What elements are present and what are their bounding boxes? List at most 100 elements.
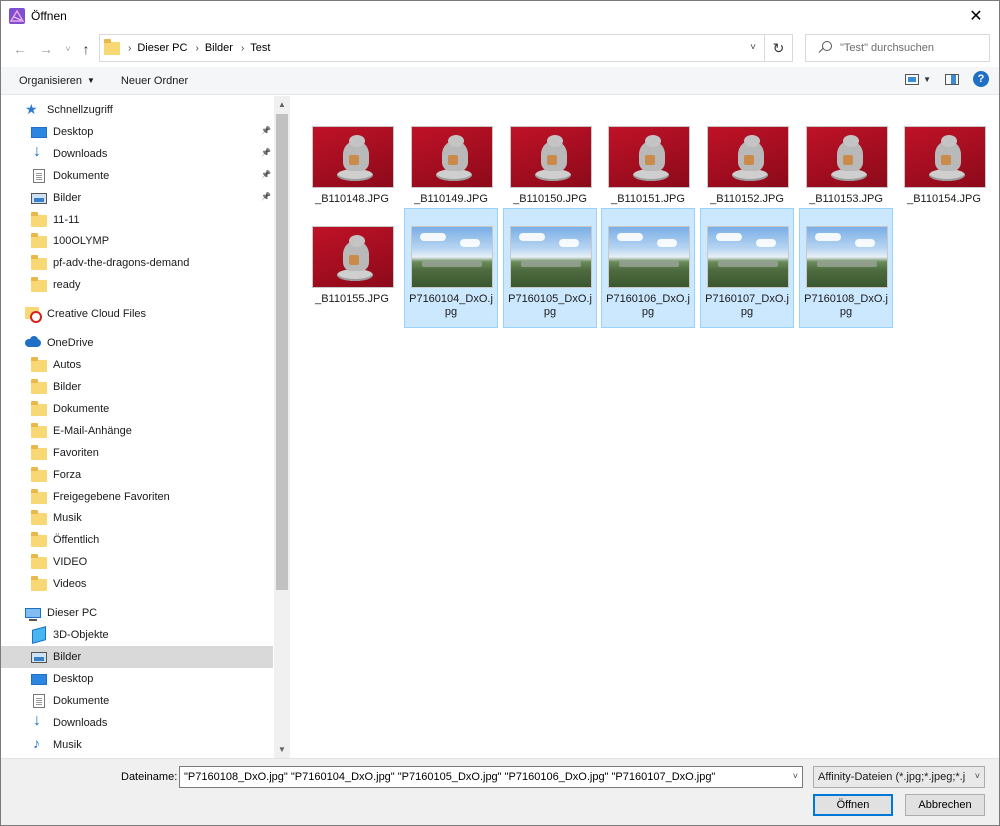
sidebar-item[interactable]: Forza bbox=[1, 464, 273, 486]
sidebar-item[interactable]: Freigegebene Favoriten bbox=[1, 486, 273, 508]
sidebar-item[interactable]: 100OLYMP bbox=[1, 230, 273, 252]
cancel-button[interactable]: Abbrechen bbox=[905, 794, 985, 816]
sidebar-item[interactable]: E-Mail-Anhänge bbox=[1, 420, 273, 442]
download-icon bbox=[31, 143, 47, 161]
recent-locations-chevron-icon[interactable]: ˅ bbox=[59, 40, 77, 58]
file-name: _B110151.JPG bbox=[611, 193, 685, 205]
sidebar-item[interactable]: Videos bbox=[1, 573, 273, 595]
sidebar-item[interactable]: Desktop bbox=[1, 668, 273, 690]
sidebar-item-label: Bilder bbox=[53, 651, 82, 663]
dialog-footer: Dateiname: "P7160108_DxO.jpg" "P7160104_… bbox=[1, 758, 999, 825]
change-view-icon[interactable] bbox=[905, 73, 920, 85]
sidebar-item[interactable]: Dokumente bbox=[1, 690, 273, 712]
address-dropdown-chevron-icon[interactable]: ˅ bbox=[750, 42, 756, 53]
sidebar-item[interactable]: Öffentlich bbox=[1, 529, 273, 551]
open-file-dialog: Öffnen ✕ ← → ˅ ↑ › Dieser PC › Bilder › … bbox=[0, 0, 1000, 826]
folder-icon bbox=[31, 277, 47, 292]
sidebar-item[interactable]: Dieser PC bbox=[1, 602, 273, 624]
breadcrumb-test[interactable]: Test bbox=[250, 42, 270, 54]
filename-value: "P7160108_DxO.jpg" "P7160104_DxO.jpg" "P… bbox=[184, 771, 716, 783]
file-name: P7160105_DxO.jpg bbox=[508, 293, 592, 318]
file-list[interactable]: _B110148.JPG _B110149.JPG _B110150.JPG _B11… bbox=[291, 96, 999, 758]
address-bar[interactable]: › Dieser PC › Bilder › Test ˅ bbox=[99, 34, 765, 62]
close-button[interactable]: ✕ bbox=[953, 1, 999, 31]
sidebar-item[interactable]: Bilder bbox=[1, 646, 273, 668]
sidebar-item[interactable]: Desktop 📌 bbox=[1, 121, 273, 143]
scrollbar-thumb[interactable] bbox=[276, 114, 288, 590]
filetype-select[interactable]: Affinity-Dateien (*.jpg;*.jpeg;*.j ˅ bbox=[813, 766, 985, 788]
sidebar-item[interactable]: ready bbox=[1, 274, 273, 296]
folder-icon bbox=[31, 489, 47, 504]
file-item[interactable]: P7160106_DxO.jpg bbox=[601, 208, 695, 328]
filename-input[interactable]: "P7160108_DxO.jpg" "P7160104_DxO.jpg" "P… bbox=[179, 766, 803, 788]
toolbar: Organisieren ▼ Neuer Ordner ▼ ? bbox=[1, 67, 999, 95]
file-name: P7160107_DxO.jpg bbox=[705, 293, 789, 318]
filetype-dropdown-chevron-icon[interactable]: ˅ bbox=[972, 771, 980, 781]
file-item[interactable]: P7160107_DxO.jpg bbox=[700, 208, 794, 328]
sidebar-item-label: Dokumente bbox=[53, 170, 110, 182]
breadcrumb-separator-icon[interactable]: › bbox=[241, 43, 244, 54]
sidebar-item-label: Bilder bbox=[53, 192, 82, 204]
download-icon bbox=[31, 712, 47, 730]
navigation-pane[interactable]: SchnellzugriffDesktop📌Downloads📌Dokument… bbox=[1, 96, 290, 758]
breadcrumb-bilder[interactable]: Bilder bbox=[205, 42, 233, 54]
sidebar-item[interactable]: 3D-Objekte bbox=[1, 624, 273, 646]
folder-icon bbox=[31, 445, 47, 460]
pictures-icon bbox=[31, 192, 47, 204]
sidebar-item[interactable]: Autos bbox=[1, 354, 273, 376]
folder-icon bbox=[31, 423, 47, 438]
file-item[interactable]: _B110154.JPG bbox=[897, 108, 991, 228]
sidebar-item[interactable]: Downloads bbox=[1, 712, 273, 734]
sidebar-item-label: Dieser PC bbox=[47, 607, 98, 619]
help-icon[interactable]: ? bbox=[973, 71, 989, 87]
navigation-scrollbar[interactable]: ▲ ▼ bbox=[274, 96, 290, 758]
file-thumbnail bbox=[510, 126, 592, 188]
sidebar-item-label: Forza bbox=[53, 469, 82, 481]
file-name: _B110150.JPG bbox=[513, 193, 587, 205]
sidebar-item[interactable]: Favoriten bbox=[1, 442, 273, 464]
sidebar-item[interactable]: Musik bbox=[1, 734, 273, 756]
preview-pane-icon[interactable] bbox=[945, 73, 959, 85]
organize-label: Organisieren bbox=[19, 74, 82, 87]
folder-icon bbox=[31, 233, 47, 248]
caret-down-icon[interactable]: ▼ bbox=[923, 75, 931, 84]
file-item[interactable]: P7160105_DxO.jpg bbox=[503, 208, 597, 328]
breadcrumb-separator-icon[interactable]: › bbox=[195, 43, 198, 54]
sidebar-item[interactable]: Creative Cloud Files bbox=[1, 303, 273, 325]
scroll-down-arrow-icon[interactable]: ▼ bbox=[274, 741, 290, 758]
file-item[interactable]: P7160104_DxO.jpg bbox=[404, 208, 498, 328]
search-input[interactable]: "Test" durchsuchen bbox=[805, 34, 990, 62]
sidebar-item[interactable]: Dokumente bbox=[1, 398, 273, 420]
sidebar-item[interactable]: Musik bbox=[1, 507, 273, 529]
file-item[interactable]: _B110155.JPG bbox=[305, 208, 399, 328]
scroll-up-arrow-icon[interactable]: ▲ bbox=[274, 96, 290, 113]
forward-arrow-icon[interactable]: → bbox=[37, 40, 55, 58]
up-arrow-icon[interactable]: ↑ bbox=[77, 40, 95, 58]
sidebar-item[interactable]: 11-11 bbox=[1, 209, 273, 231]
back-arrow-icon[interactable]: ← bbox=[11, 40, 29, 58]
sidebar-item[interactable]: pf-adv-the-dragons-demand bbox=[1, 252, 273, 274]
breadcrumb-dieser-pc[interactable]: Dieser PC bbox=[137, 42, 187, 54]
filename-label: Dateiname: bbox=[121, 771, 178, 783]
sidebar-item[interactable]: Bilder bbox=[1, 376, 273, 398]
sidebar-item-label: Downloads bbox=[53, 717, 108, 729]
organize-button[interactable]: Organisieren ▼ bbox=[19, 75, 95, 87]
new-folder-button[interactable]: Neuer Ordner bbox=[121, 75, 188, 87]
sidebar-item[interactable]: Bilder 📌 bbox=[1, 187, 273, 209]
file-name: _B110152.JPG bbox=[710, 193, 784, 205]
sidebar-item-label: OneDrive bbox=[47, 337, 94, 349]
file-thumbnail bbox=[707, 226, 789, 288]
sidebar-item[interactable]: OneDrive bbox=[1, 332, 273, 354]
sidebar-item-label: Freigegebene Favoriten bbox=[53, 491, 170, 503]
file-thumbnail bbox=[608, 126, 690, 188]
refresh-button[interactable]: ↻ bbox=[765, 34, 793, 62]
sidebar-item[interactable]: Schnellzugriff bbox=[1, 99, 273, 121]
sidebar-item-label: Desktop bbox=[53, 126, 94, 138]
file-item[interactable]: P7160108_DxO.jpg bbox=[799, 208, 893, 328]
sidebar-item[interactable]: Dokumente 📌 bbox=[1, 165, 273, 187]
3d-objects-icon bbox=[31, 628, 47, 642]
sidebar-item[interactable]: VIDEO bbox=[1, 551, 273, 573]
sidebar-item[interactable]: Downloads 📌 bbox=[1, 143, 273, 165]
open-button[interactable]: Öffnen bbox=[813, 794, 893, 816]
filename-dropdown-chevron-icon[interactable]: ˅ bbox=[793, 771, 798, 781]
